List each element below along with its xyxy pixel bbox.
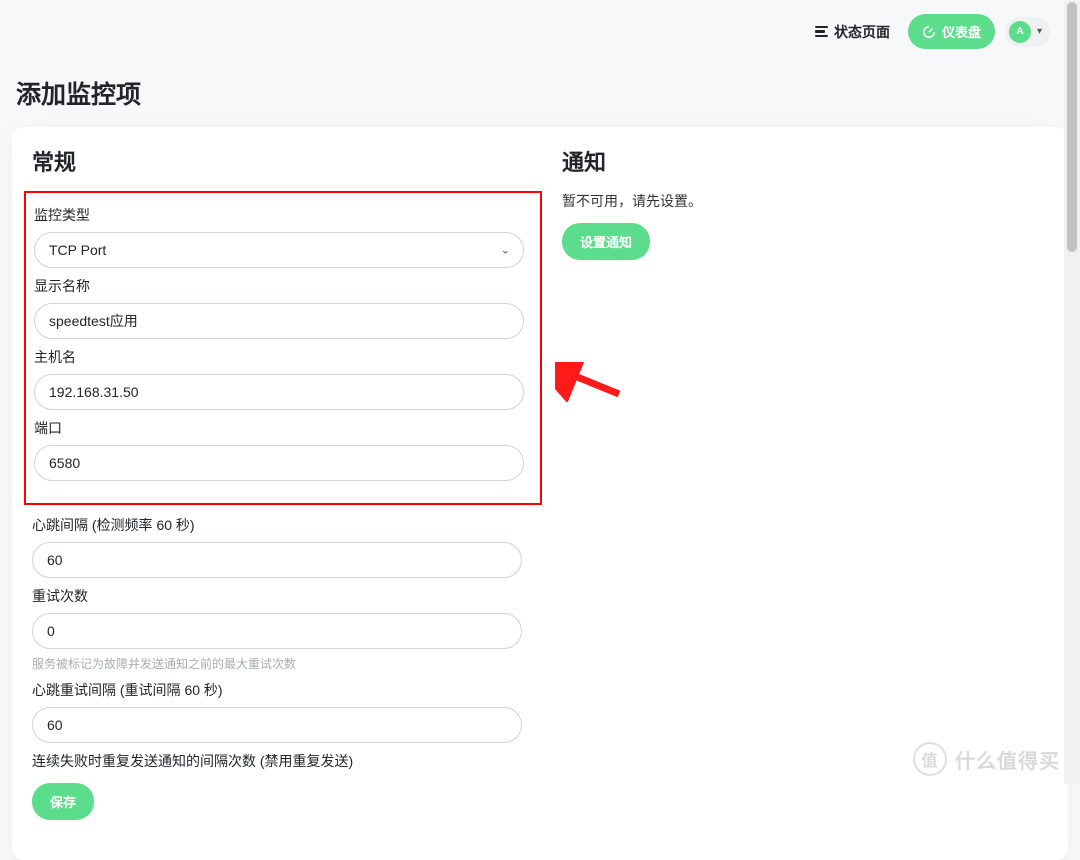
monitor-type-select[interactable]: TCP Port (34, 232, 524, 268)
notification-column: 通知 暂不可用，请先设置。 设置通知 (562, 145, 1048, 820)
notification-title: 通知 (562, 145, 1048, 177)
heartbeat-retry-interval-input[interactable] (32, 707, 522, 743)
general-title: 常规 (32, 145, 542, 177)
scrollbar-thumb[interactable] (1067, 2, 1077, 252)
watermark-badge: 值 (913, 742, 947, 776)
hostname-input[interactable] (34, 374, 524, 410)
dashboard-button[interactable]: 仪表盘 (908, 14, 995, 49)
save-button[interactable]: 保存 (32, 783, 94, 820)
status-page-label: 状态页面 (834, 22, 890, 42)
notification-empty: 暂不可用，请先设置。 (562, 191, 1048, 211)
retries-input[interactable] (32, 613, 522, 649)
hostname-label: 主机名 (34, 347, 530, 367)
resend-label: 连续失败时重复发送通知的间隔次数 (禁用重复发送) (32, 751, 542, 771)
highlight-annotation: 监控类型 TCP Port ⌄ 显示名称 主机名 端口 (24, 191, 542, 505)
heartbeat-interval-label: 心跳间隔 (检测频率 60 秒) (32, 515, 542, 535)
retries-label: 重试次数 (32, 586, 542, 606)
watermark: 值 什么值得买 (913, 742, 1060, 776)
dashboard-label: 仪表盘 (942, 22, 981, 41)
general-column: 常规 监控类型 TCP Port ⌄ 显示名称 主机名 端口 (32, 145, 542, 820)
retries-help: 服务被标记为故障并发送通知之前的最大重试次数 (32, 655, 542, 672)
watermark-text: 什么值得买 (955, 745, 1060, 774)
display-name-label: 显示名称 (34, 276, 530, 296)
monitor-type-label: 监控类型 (34, 205, 530, 225)
port-input[interactable] (34, 445, 524, 481)
heartbeat-interval-input[interactable] (32, 542, 522, 578)
top-header: 状态页面 仪表盘 A ▾ (0, 0, 1080, 49)
scrollbar-track[interactable] (1064, 0, 1080, 784)
display-name-input[interactable] (34, 303, 524, 339)
port-label: 端口 (34, 418, 530, 438)
user-menu[interactable]: A ▾ (1005, 17, 1050, 47)
gauge-icon (922, 25, 936, 39)
setup-notification-button[interactable]: 设置通知 (562, 223, 650, 260)
chevron-down-icon: ▾ (1037, 26, 1042, 37)
form-card: 常规 监控类型 TCP Port ⌄ 显示名称 主机名 端口 (12, 127, 1068, 860)
avatar: A (1009, 21, 1031, 43)
status-page-link[interactable]: 状态页面 (807, 16, 898, 48)
heartbeat-retry-interval-label: 心跳重试间隔 (重试间隔 60 秒) (32, 680, 542, 700)
list-icon (815, 26, 828, 38)
page-title: 添加监控项 (0, 49, 1080, 127)
